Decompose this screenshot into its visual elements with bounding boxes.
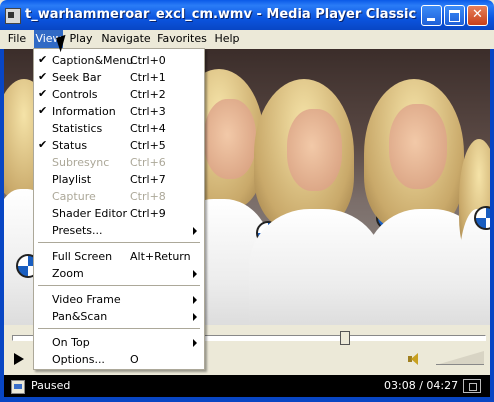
menu-item-statistics[interactable]: Statistics Ctrl+4 <box>36 120 202 137</box>
play-button[interactable] <box>12 352 26 366</box>
volume-icon[interactable] <box>407 352 421 366</box>
menu-separator <box>38 285 200 286</box>
time-display: 03:08 / 04:27 <box>384 379 459 392</box>
window-frame-bottom <box>0 397 494 402</box>
app-icon[interactable] <box>5 8 21 24</box>
check-icon: ✔ <box>38 104 48 117</box>
title-bar[interactable]: t_warhammeroar_excl_cm.wmv - Media Playe… <box>0 0 494 30</box>
check-icon: ✔ <box>38 53 48 66</box>
submenu-arrow-icon <box>193 296 197 304</box>
menu-item-on-top[interactable]: On Top <box>36 334 202 351</box>
check-icon: ✔ <box>38 138 48 151</box>
menu-item-caption-menu[interactable]: ✔ Caption&Menu Ctrl+0 <box>36 52 202 69</box>
volume-slider[interactable] <box>436 351 484 367</box>
close-icon: ✕ <box>472 7 483 22</box>
menu-item-subresync[interactable]: Subresync Ctrl+6 <box>36 154 202 171</box>
menu-item-playlist[interactable]: Playlist Ctrl+7 <box>36 171 202 188</box>
view-menu-dropdown: ✔ Caption&Menu Ctrl+0 ✔ Seek Bar Ctrl+1 … <box>33 48 205 370</box>
submenu-arrow-icon <box>193 227 197 235</box>
menu-item-controls[interactable]: ✔ Controls Ctrl+2 <box>36 86 202 103</box>
status-bar: Paused 03:08 / 04:27 <box>4 375 490 397</box>
menu-help[interactable]: Help <box>212 30 242 49</box>
close-button[interactable]: ✕ <box>467 5 488 26</box>
status-icon <box>11 380 25 394</box>
window-title: t_warhammeroar_excl_cm.wmv - Media Playe… <box>25 7 417 22</box>
submenu-arrow-icon <box>193 270 197 278</box>
check-icon: ✔ <box>38 87 48 100</box>
menu-bar: File View Play Navigate Favorites Help <box>0 30 494 49</box>
submenu-arrow-icon <box>193 339 197 347</box>
menu-separator <box>38 242 200 243</box>
menu-item-pan-scan[interactable]: Pan&Scan <box>36 308 202 325</box>
menu-item-options[interactable]: Options... O <box>36 351 202 368</box>
status-text: Paused <box>31 379 71 392</box>
menu-item-information[interactable]: ✔ Information Ctrl+3 <box>36 103 202 120</box>
menu-item-status[interactable]: ✔ Status Ctrl+5 <box>36 137 202 154</box>
menu-play[interactable]: Play <box>67 30 95 49</box>
menu-item-zoom[interactable]: Zoom <box>36 265 202 282</box>
menu-item-shader-editor[interactable]: Shader Editor Ctrl+9 <box>36 205 202 222</box>
menu-favorites[interactable]: Favorites <box>156 30 208 49</box>
menu-item-capture[interactable]: Capture Ctrl+8 <box>36 188 202 205</box>
window-frame-right <box>490 30 494 402</box>
minimize-button[interactable] <box>421 5 442 26</box>
seek-thumb[interactable] <box>340 331 350 345</box>
check-icon: ✔ <box>38 70 48 83</box>
menu-item-video-frame[interactable]: Video Frame <box>36 291 202 308</box>
fullscreen-icon[interactable] <box>463 379 481 393</box>
submenu-arrow-icon <box>193 313 197 321</box>
menu-item-seek-bar[interactable]: ✔ Seek Bar Ctrl+1 <box>36 69 202 86</box>
menu-navigate[interactable]: Navigate <box>100 30 152 49</box>
menu-file[interactable]: File <box>4 30 30 49</box>
maximize-button[interactable] <box>444 5 465 26</box>
menu-item-full-screen[interactable]: Full Screen Alt+Return <box>36 248 202 265</box>
menu-item-presets[interactable]: Presets... <box>36 222 202 239</box>
menu-separator <box>38 328 200 329</box>
